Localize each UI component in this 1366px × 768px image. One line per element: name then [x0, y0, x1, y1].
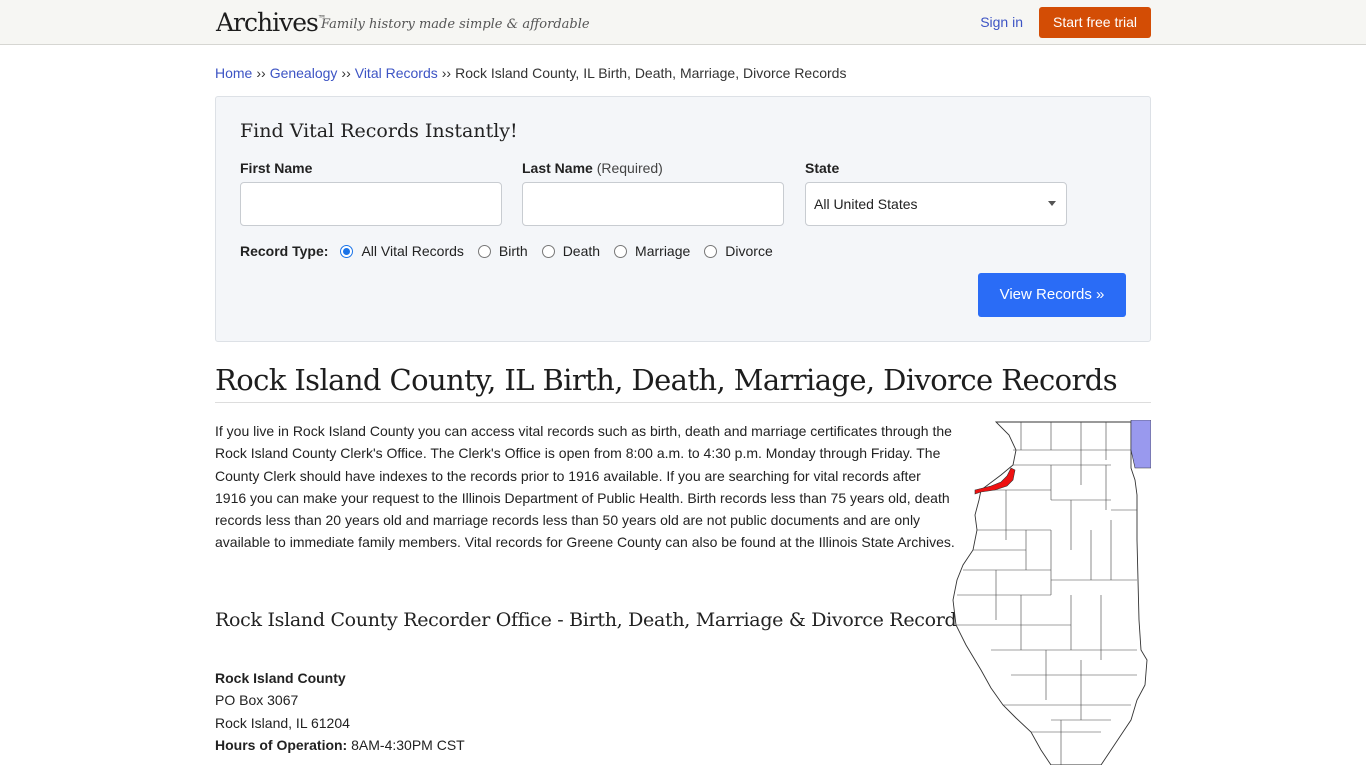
- logo[interactable]: Archives™: [216, 8, 326, 37]
- radio-label: Birth: [498, 243, 528, 259]
- radio-birth[interactable]: Birth: [477, 243, 528, 259]
- radio-label: Marriage: [635, 243, 691, 259]
- breadcrumb-vital-records[interactable]: Vital Records: [355, 65, 438, 81]
- radio-unchecked-icon[interactable]: [614, 244, 628, 258]
- chevron-down-icon: [1048, 201, 1056, 206]
- state-outline: [952, 421, 1148, 765]
- breadcrumb-home[interactable]: Home: [215, 65, 252, 81]
- radio-unchecked-icon[interactable]: [704, 244, 718, 258]
- first-name-input[interactable]: [240, 182, 502, 226]
- state-select[interactable]: All United States: [805, 182, 1067, 226]
- state-group: State All United States: [805, 160, 1067, 226]
- state-label-text: State: [805, 160, 840, 176]
- radio-label: All Vital Records: [361, 243, 464, 259]
- logo-text: Archives: [216, 8, 319, 37]
- site-header: Archives™ Family history made simple & a…: [0, 0, 1366, 45]
- tagline: Family history made simple & affordable: [321, 17, 590, 32]
- last-name-label-text: Last Name: [522, 160, 593, 176]
- radio-unchecked-icon[interactable]: [477, 244, 491, 258]
- radio-marriage[interactable]: Marriage: [614, 243, 690, 259]
- breadcrumb-separator: ››: [441, 65, 452, 81]
- lake-michigan: [1130, 420, 1151, 469]
- hours-value: 8AM-4:30PM CST: [351, 737, 465, 754]
- record-type-label: Record Type:: [240, 243, 329, 259]
- illinois-county-map: [952, 420, 1151, 765]
- first-name-label-text: First Name: [240, 160, 313, 176]
- state-label: State: [805, 160, 1067, 180]
- radio-divorce[interactable]: Divorce: [704, 243, 773, 259]
- last-name-label: Last Name (Required): [522, 160, 784, 180]
- view-records-button[interactable]: View Records »: [978, 273, 1126, 317]
- search-title: Find Vital Records Instantly!: [240, 120, 518, 142]
- last-name-group: Last Name (Required): [522, 160, 784, 226]
- content: If you live in Rock Island County you ca…: [215, 420, 1151, 765]
- radio-unchecked-icon[interactable]: [541, 244, 555, 258]
- main-container: Home ›› Genealogy ›› Vital Records ›› Rock Isl…: [215, 65, 1151, 765]
- radio-label: Death: [562, 243, 601, 259]
- required-note: (Required): [596, 160, 663, 176]
- radio-death[interactable]: Death: [541, 243, 601, 259]
- page-title: Rock Island County, IL Birth, Death, Mar…: [215, 363, 1151, 403]
- search-form: Find Vital Records Instantly! First Name…: [215, 96, 1151, 342]
- radio-label: Divorce: [725, 243, 773, 259]
- radio-all-vital-records[interactable]: All Vital Records: [340, 243, 464, 259]
- start-free-trial-button[interactable]: Start free trial: [1039, 7, 1151, 38]
- first-name-label: First Name: [240, 160, 502, 180]
- breadcrumb: Home ›› Genealogy ›› Vital Records ›› Rock Isl…: [215, 65, 1151, 83]
- breadcrumb-genealogy[interactable]: Genealogy: [270, 65, 338, 81]
- first-name-group: First Name: [240, 160, 502, 226]
- radio-checked-icon[interactable]: [340, 244, 354, 258]
- intro-paragraph: If you live in Rock Island County you ca…: [215, 423, 955, 551]
- sign-in-link[interactable]: Sign in: [980, 14, 1023, 30]
- breadcrumb-separator: ››: [256, 65, 266, 81]
- breadcrumb-current: Rock Island County, IL Birth, Death, Mar…: [455, 65, 847, 81]
- hours-label: Hours of Operation:: [215, 737, 348, 754]
- last-name-input[interactable]: [522, 182, 784, 226]
- breadcrumb-separator: ››: [341, 65, 351, 81]
- record-type-group: Record Type: All Vital Records Birth Dea…: [240, 243, 787, 259]
- state-selected-value: All United States: [814, 196, 918, 212]
